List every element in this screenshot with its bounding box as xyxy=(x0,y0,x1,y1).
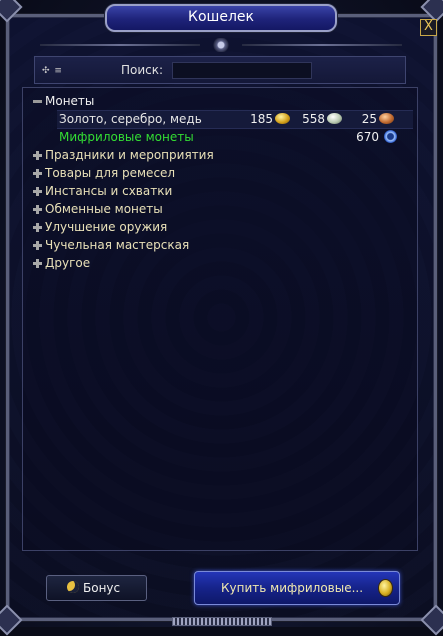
plus-icon[interactable] xyxy=(33,223,42,232)
currency-label: Мифриловые монеты xyxy=(59,130,194,144)
category-item[interactable]: Другое xyxy=(23,255,413,272)
category-label: Инстансы и схватки xyxy=(45,184,173,198)
sort-icon[interactable]: ✣ ≡ xyxy=(42,66,66,76)
category-item[interactable]: Товары для ремесел xyxy=(23,165,413,182)
wallet-window: Кошелек X ✣ ≡ Поиск: Монеты Золото, сере… xyxy=(0,0,443,636)
buy-mithril-button[interactable]: Купить мифриловые... xyxy=(194,571,400,605)
silver-coin-icon xyxy=(327,113,342,124)
plus-icon[interactable] xyxy=(33,151,42,160)
category-label: Обменные монеты xyxy=(45,202,163,216)
search-label: Поиск: xyxy=(121,63,164,77)
plus-icon[interactable] xyxy=(33,259,42,268)
category-label: Праздники и мероприятия xyxy=(45,148,214,162)
mithril-amount: 670 xyxy=(356,130,379,144)
gold-coin-icon xyxy=(379,580,392,596)
window-title[interactable]: Кошелек xyxy=(105,4,337,32)
divider xyxy=(242,44,402,46)
plus-icon[interactable] xyxy=(33,205,42,214)
silver-amount: 558 xyxy=(302,112,325,126)
category-label: Другое xyxy=(45,256,91,270)
category-label: Улучшение оружия xyxy=(45,220,168,234)
category-label: Чучельная мастерская xyxy=(45,238,190,252)
category-item[interactable]: Чучельная мастерская xyxy=(23,237,413,254)
minus-icon[interactable] xyxy=(33,97,42,106)
category-coins[interactable]: Монеты xyxy=(23,93,413,110)
category-item[interactable]: Улучшение оружия xyxy=(23,219,413,236)
search-bar: ✣ ≡ Поиск: xyxy=(34,56,406,84)
currency-list: Монеты Золото, серебро, медь 185 558 25 … xyxy=(22,87,418,551)
mithril-coin-icon xyxy=(384,130,397,143)
copper-amount: 25 xyxy=(361,112,377,126)
currency-label: Золото, серебро, медь xyxy=(59,112,202,126)
moon-icon xyxy=(67,581,79,593)
gold-amount: 185 xyxy=(250,112,273,126)
currency-row-mithril[interactable]: Мифриловые монеты 670 xyxy=(57,129,413,146)
bonus-label: Бонус xyxy=(83,581,121,595)
resize-grip[interactable] xyxy=(172,617,272,626)
ornament-icon xyxy=(208,38,234,52)
category-label: Товары для ремесел xyxy=(45,166,176,180)
search-input[interactable] xyxy=(172,62,312,79)
plus-icon[interactable] xyxy=(33,241,42,250)
buy-label: Купить мифриловые... xyxy=(221,581,364,595)
plus-icon[interactable] xyxy=(33,169,42,178)
category-item[interactable]: Инстансы и схватки xyxy=(23,183,413,200)
divider xyxy=(40,44,200,46)
category-item[interactable]: Праздники и мероприятия xyxy=(23,147,413,164)
copper-coin-icon xyxy=(379,113,394,124)
category-item[interactable]: Обменные монеты xyxy=(23,201,413,218)
category-label: Монеты xyxy=(45,94,95,108)
currency-row-gold-silver-copper[interactable]: Золото, серебро, медь 185 558 25 xyxy=(57,110,413,129)
close-button[interactable]: X xyxy=(420,19,437,36)
plus-icon[interactable] xyxy=(33,187,42,196)
bonus-button[interactable]: Бонус xyxy=(46,575,147,601)
